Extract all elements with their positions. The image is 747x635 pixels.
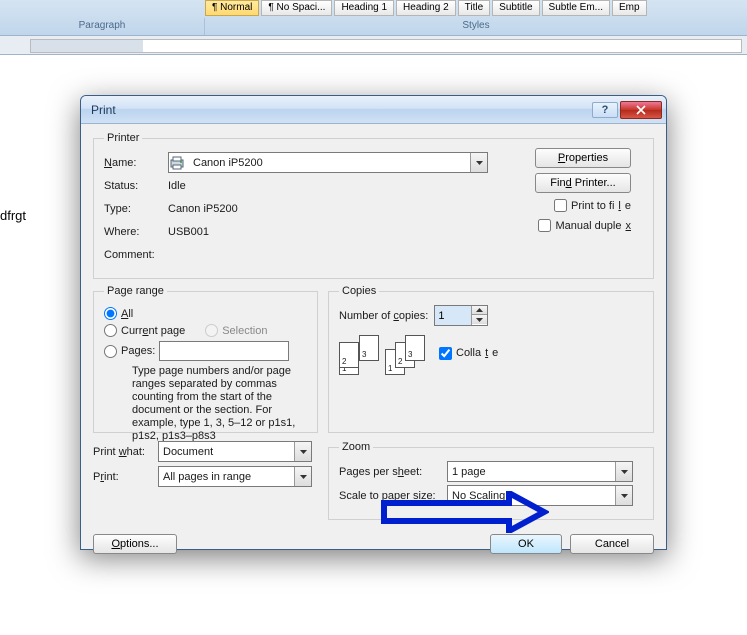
current-page-radio[interactable]: Current page	[104, 322, 185, 339]
print-value: All pages in range	[159, 471, 294, 483]
properties-button[interactable]: Properties	[535, 148, 631, 168]
style-heading1[interactable]: Heading 1	[334, 0, 394, 16]
collate-checkbox[interactable]: Collate	[439, 346, 498, 361]
style-title[interactable]: Title	[458, 0, 491, 16]
copies-spinner[interactable]	[434, 305, 488, 326]
style-no-spacing[interactable]: ¶ No Spaci...	[261, 0, 332, 16]
pages-hint: Type page numbers and/or page ranges sep…	[104, 365, 307, 443]
manual-duplex-checkbox[interactable]: Manual duplex	[538, 218, 631, 233]
dropdown-arrow-icon[interactable]	[615, 462, 632, 481]
where-label: Where:	[104, 226, 168, 238]
zoom-fieldset: Zoom Pages per sheet: 1 page Scale to pa…	[328, 441, 654, 520]
dropdown-arrow-icon[interactable]	[615, 486, 632, 505]
all-radio[interactable]: All	[104, 305, 307, 322]
zoom-legend: Zoom	[339, 441, 373, 453]
style-subtitle[interactable]: Subtitle	[492, 0, 539, 16]
spinner-up-icon[interactable]	[472, 306, 487, 315]
page-range-legend: Page range	[104, 285, 167, 297]
pages-radio[interactable]: Pages:	[104, 339, 307, 363]
find-printer-button[interactable]: Find Printer...	[535, 173, 631, 193]
style-emp[interactable]: Emp	[612, 0, 647, 16]
status-value: Idle	[168, 180, 186, 192]
copies-input[interactable]	[435, 306, 471, 325]
ruler[interactable]	[30, 39, 742, 53]
options-button[interactable]: Options...	[93, 534, 177, 554]
printer-fieldset: Printer Name: Canon iP5200 Status:Idle T…	[93, 132, 654, 279]
print-dialog: Print ? Printer Name: Canon iP5200 Statu…	[80, 95, 667, 550]
style-gallery: ¶ Normal ¶ No Spaci... Heading 1 Heading…	[0, 0, 647, 18]
where-value: USB001	[168, 226, 209, 238]
dialog-titlebar[interactable]: Print ?	[81, 96, 666, 124]
copies-fieldset: Copies Number of copies:	[328, 285, 654, 433]
printer-legend: Printer	[104, 132, 142, 144]
print-dropdown[interactable]: All pages in range	[158, 466, 312, 487]
print-to-file-checkbox[interactable]: Print to file	[554, 198, 631, 213]
style-heading2[interactable]: Heading 2	[396, 0, 456, 16]
dialog-title: Print	[91, 103, 590, 117]
selection-radio: Selection	[205, 322, 267, 339]
pps-value: 1 page	[448, 466, 615, 478]
status-label: Status:	[104, 180, 168, 192]
ruler-area	[0, 35, 747, 55]
printer-name-value: Canon iP5200	[189, 157, 470, 169]
printer-name-dropdown[interactable]: Canon iP5200	[168, 152, 488, 173]
cancel-button[interactable]: Cancel	[570, 534, 654, 554]
ribbon-group-paragraph: Paragraph	[0, 18, 205, 35]
comment-label: Comment:	[104, 249, 168, 261]
dropdown-arrow-icon[interactable]	[294, 467, 311, 486]
spinner-down-icon[interactable]	[472, 315, 487, 324]
print-what-label: Print what:	[93, 446, 158, 458]
style-subtle-em[interactable]: Subtle Em...	[542, 0, 610, 16]
type-value: Canon iP5200	[168, 203, 238, 215]
ribbon: ¶ Normal ¶ No Spaci... Heading 1 Heading…	[0, 0, 747, 35]
close-button[interactable]	[620, 101, 662, 119]
style-normal[interactable]: ¶ Normal	[205, 0, 259, 16]
type-label: Type:	[104, 203, 168, 215]
dropdown-arrow-icon[interactable]	[294, 442, 311, 461]
pps-label: Pages per sheet:	[339, 466, 447, 478]
print-what-value: Document	[159, 446, 294, 458]
printer-icon	[169, 155, 185, 171]
page-range-fieldset: Page range All Current page Selection Pa…	[93, 285, 318, 433]
print-label: Print:	[93, 471, 158, 483]
pages-input[interactable]	[159, 341, 289, 361]
print-what-dropdown[interactable]: Document	[158, 441, 312, 462]
ok-button[interactable]: OK	[490, 534, 562, 554]
document-text: dfrgt	[0, 208, 26, 223]
ribbon-group-styles: Styles	[205, 18, 747, 35]
close-icon	[636, 105, 646, 115]
copies-label: Number of copies:	[339, 310, 428, 322]
scale-value: No Scaling	[448, 490, 615, 502]
printer-name-label: Name:	[104, 157, 168, 169]
pps-dropdown[interactable]: 1 page	[447, 461, 633, 482]
scale-dropdown[interactable]: No Scaling	[447, 485, 633, 506]
copies-legend: Copies	[339, 285, 379, 297]
help-button[interactable]: ?	[592, 102, 618, 118]
collate-art: 1 2 3 1 2 3	[339, 335, 429, 377]
scale-label: Scale to paper size:	[339, 490, 447, 502]
dropdown-arrow-icon[interactable]	[470, 153, 487, 172]
